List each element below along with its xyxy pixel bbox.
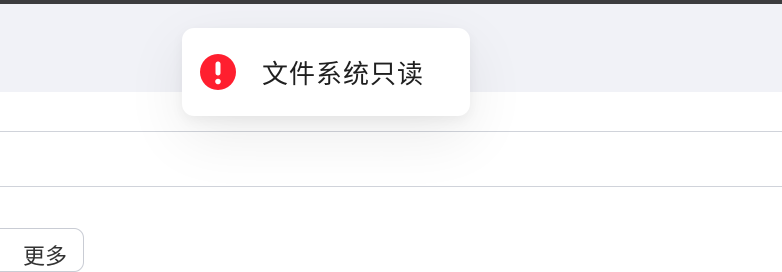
list-divider bbox=[0, 186, 782, 187]
error-toast: 文件系统只读 bbox=[182, 28, 470, 116]
list-divider bbox=[0, 131, 782, 132]
more-button[interactable]: 更多 bbox=[0, 228, 84, 272]
toast-message: 文件系统只读 bbox=[262, 59, 425, 90]
more-button-label: 更多 bbox=[22, 245, 67, 270]
error-exclamation-icon bbox=[200, 54, 236, 90]
